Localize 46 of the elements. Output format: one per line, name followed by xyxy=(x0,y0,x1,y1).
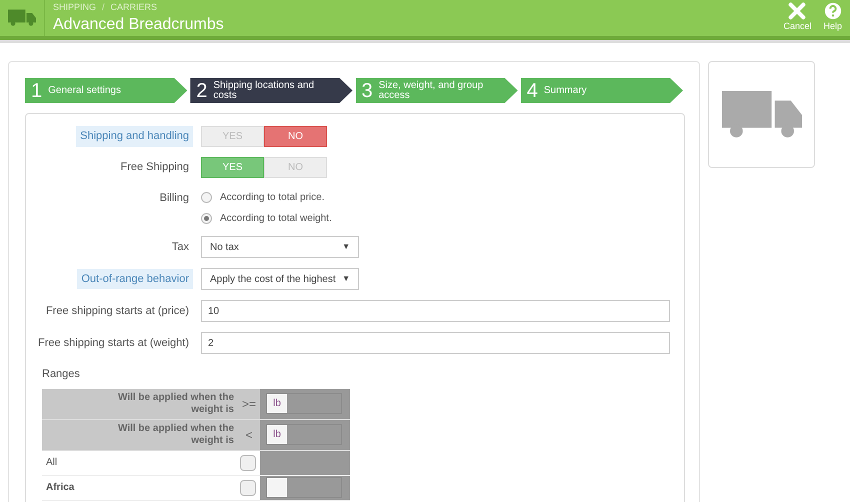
unit-addon: lb xyxy=(267,425,287,444)
dropdown-arrow: ▼ xyxy=(342,241,350,253)
truck-icon xyxy=(720,90,802,138)
zone-name: All xyxy=(46,456,58,470)
operator-label: < xyxy=(244,426,254,444)
range-input-field[interactable]: lb xyxy=(266,424,342,445)
close-icon xyxy=(788,2,806,20)
operator-label: >= xyxy=(240,396,257,412)
field-label: Out-of-range behavior xyxy=(77,268,193,290)
unit-addon: lb xyxy=(267,394,287,413)
truck-icon xyxy=(8,9,36,27)
zone-name: Africa xyxy=(46,481,76,495)
field-label: Free shipping starts at (price) xyxy=(44,304,190,319)
select-field[interactable]: No tax ▼ xyxy=(201,236,359,258)
cancel-button[interactable]: Cancel xyxy=(783,2,812,34)
toggle-option[interactable]: YES xyxy=(201,157,264,178)
price-input-field[interactable] xyxy=(266,477,342,498)
input-field[interactable]: 2 xyxy=(201,332,670,354)
dropdown-arrow: ▼ xyxy=(342,273,350,285)
breadcrumb-link[interactable]: SHIPPING xyxy=(53,1,96,15)
field-label: Shipping and handling xyxy=(76,126,193,147)
select-field[interactable]: Apply the cost of the highest ▼ xyxy=(201,268,359,290)
toggle-option[interactable]: NO xyxy=(264,126,327,147)
field-label: Free shipping starts at (weight) xyxy=(36,336,190,351)
wizard-step[interactable]: 1 General settings xyxy=(25,78,188,103)
select-value: No tax xyxy=(210,240,239,254)
checkbox[interactable] xyxy=(240,454,256,470)
field-label: Billing xyxy=(158,191,190,206)
section-title: Ranges xyxy=(42,367,81,382)
page-title: Advanced Breadcrumbs xyxy=(53,14,225,35)
input-field[interactable]: 10 xyxy=(201,300,670,322)
field-label: Free Shipping xyxy=(120,160,190,176)
breadcrumb-link[interactable]: CARRIERS xyxy=(110,1,158,15)
range-input-field[interactable]: lb xyxy=(266,393,342,414)
radio-button[interactable] xyxy=(201,192,212,203)
field-label: Tax xyxy=(170,240,190,255)
radio-button[interactable] xyxy=(201,213,212,224)
select-value: Apply the cost of the highest xyxy=(210,272,336,286)
range-label: Will be applied when the weight is xyxy=(116,422,235,446)
wizard-step[interactable]: 4 Summary xyxy=(520,78,683,103)
radio-label: According to total price. xyxy=(220,191,324,205)
radio-label: According to total weight. xyxy=(220,212,332,226)
checkbox[interactable] xyxy=(240,480,256,496)
help-button[interactable]: Help xyxy=(823,2,842,34)
range-label: Will be applied when the weight is xyxy=(116,392,235,416)
breadcrumb-separator: / xyxy=(102,1,105,14)
